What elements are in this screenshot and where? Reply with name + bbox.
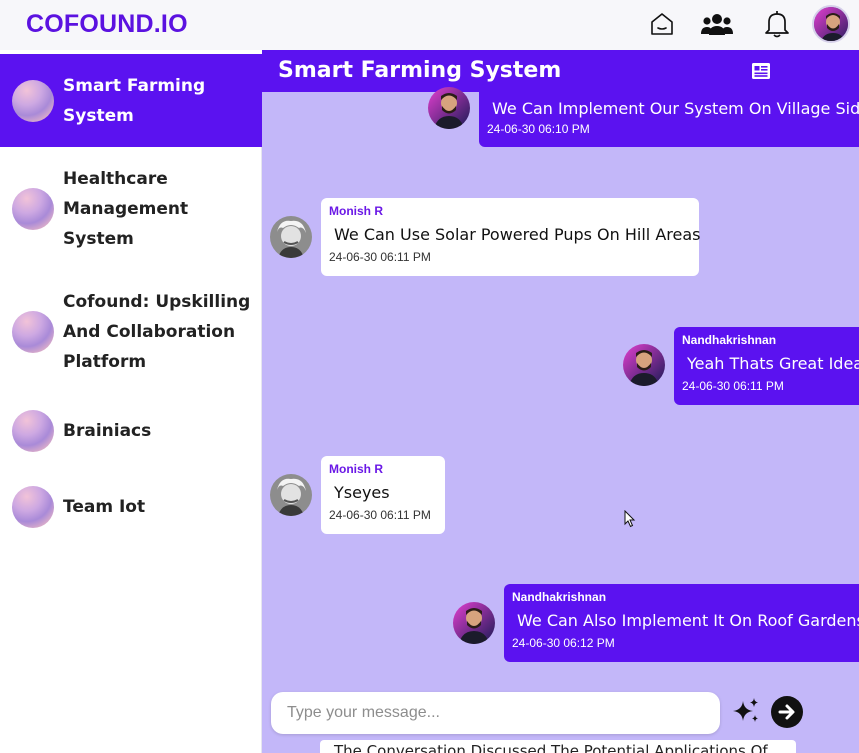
- message-input-container: [271, 692, 720, 734]
- sidebar-item-team-iot[interactable]: Team Iot: [0, 484, 262, 532]
- brand-logo[interactable]: COFOUND.IO: [26, 10, 188, 39]
- ai-summary-card: The Conversation Discussed The Potential…: [320, 740, 796, 753]
- sidebar-item-label: Cofound: Upskilling And Collaboration Pl…: [63, 292, 251, 372]
- message-bubble-incoming: Monish R We Can Use Solar Powered Pups O…: [321, 198, 701, 276]
- group-sidebar: Smart Farming System Healthcare Manageme…: [0, 54, 262, 753]
- sender-avatar: [270, 474, 312, 516]
- message-text: We Can Implement Our System On Village S…: [492, 99, 859, 118]
- message-time: 24-06-30 06:11 PM: [329, 508, 431, 522]
- message-text: We Can Also Implement It On Roof Gardens: [517, 611, 859, 630]
- message-time: 24-06-30 06:11 PM: [682, 379, 784, 393]
- sidebar-item-cofound-upskilling[interactable]: Cofound: Upskilling And Collaboration Pl…: [0, 287, 262, 387]
- bell-icon[interactable]: [762, 7, 792, 41]
- group-avatar: [12, 410, 54, 452]
- ai-sparkle-icon[interactable]: [731, 696, 761, 726]
- send-button[interactable]: [771, 696, 803, 728]
- message-bubble-outgoing: Nandhakrishnan We Can Also Implement It …: [504, 584, 859, 662]
- group-avatar: [12, 486, 54, 528]
- sender-avatar: [453, 602, 495, 644]
- summary-text: The Conversation Discussed The Potential…: [334, 742, 768, 753]
- message-bubble-incoming: Monish R Yseyes 24-06-30 06:11 PM: [321, 456, 445, 534]
- sidebar-item-label: Team Iot: [63, 497, 146, 517]
- team-icon[interactable]: [700, 7, 734, 41]
- home-icon[interactable]: [647, 7, 677, 41]
- sender-avatar: [623, 344, 665, 386]
- group-avatar: [12, 80, 54, 122]
- sidebar-item-brainiacs[interactable]: Brainiacs: [0, 407, 262, 455]
- sidebar-item-label: Healthcare Management System: [63, 169, 189, 249]
- message-sender: Monish R: [329, 462, 383, 476]
- message-time: 24-06-30 06:11 PM: [329, 250, 431, 264]
- profile-avatar[interactable]: [812, 5, 850, 43]
- sender-avatar: [270, 216, 312, 258]
- details-card-icon[interactable]: [752, 63, 770, 79]
- message-sender: Nandhakrishnan: [682, 333, 777, 347]
- group-avatar: [12, 311, 54, 353]
- sidebar-item-healthcare-management-system[interactable]: Healthcare Management System: [0, 164, 262, 264]
- message-time: 24-06-30 06:10 PM: [487, 122, 590, 136]
- top-bar: COFOUND.IO: [0, 0, 859, 50]
- mouse-cursor-icon: [624, 510, 636, 528]
- sidebar-item-label: Smart Farming System: [63, 76, 206, 126]
- message-bubble-outgoing: We Can Implement Our System On Village S…: [479, 84, 859, 147]
- message-time: 24-06-30 06:12 PM: [512, 636, 615, 650]
- group-avatar: [12, 188, 54, 230]
- message-text: We Can Use Solar Powered Pups On Hill Ar…: [334, 225, 701, 244]
- message-text: Yseyes: [334, 483, 390, 502]
- message-bubble-outgoing: Nandhakrishnan Yeah Thats Great Idea 24-…: [674, 327, 859, 405]
- sidebar-item-label: Brainiacs: [63, 421, 152, 441]
- message-sender: Nandhakrishnan: [512, 590, 607, 604]
- sidebar-item-smart-farming-system[interactable]: Smart Farming System: [0, 54, 262, 147]
- message-input[interactable]: [271, 692, 720, 734]
- message-sender: Monish R: [329, 204, 383, 218]
- chat-panel: Smart Farming System We Can Implement Ou…: [262, 50, 859, 753]
- sender-avatar: [428, 87, 470, 129]
- arrow-right-icon: [778, 704, 795, 720]
- message-text: Yeah Thats Great Idea: [687, 354, 859, 373]
- chat-title: Smart Farming System: [278, 58, 562, 83]
